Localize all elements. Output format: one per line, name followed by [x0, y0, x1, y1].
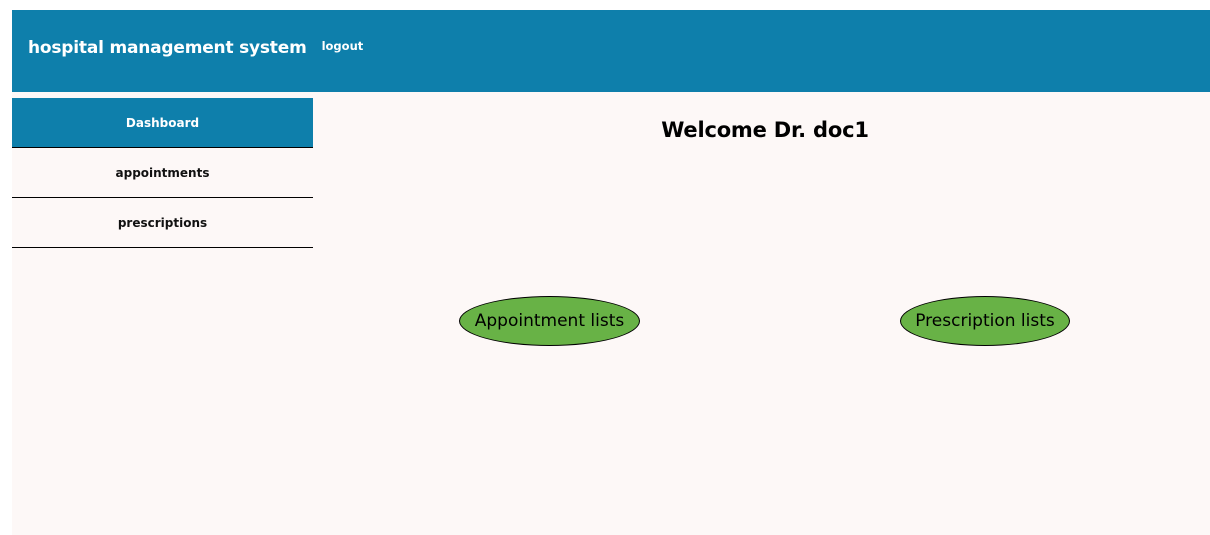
app-title: hospital management system	[28, 38, 307, 58]
logout-link[interactable]: logout	[322, 39, 364, 53]
appointment-lists-button[interactable]: Appointment lists	[459, 296, 640, 346]
sidebar: Dashboard appointments prescriptions	[12, 98, 313, 248]
sidebar-item-dashboard[interactable]: Dashboard	[12, 98, 313, 148]
app-frame: hospital management system logout Dashbo…	[12, 10, 1210, 535]
prescription-lists-button[interactable]: Prescription lists	[900, 296, 1070, 346]
sidebar-item-prescriptions[interactable]: prescriptions	[12, 198, 313, 248]
top-navbar: hospital management system logout	[12, 10, 1210, 92]
sidebar-item-appointments[interactable]: appointments	[12, 148, 313, 198]
welcome-heading: Welcome Dr. doc1	[661, 118, 869, 142]
